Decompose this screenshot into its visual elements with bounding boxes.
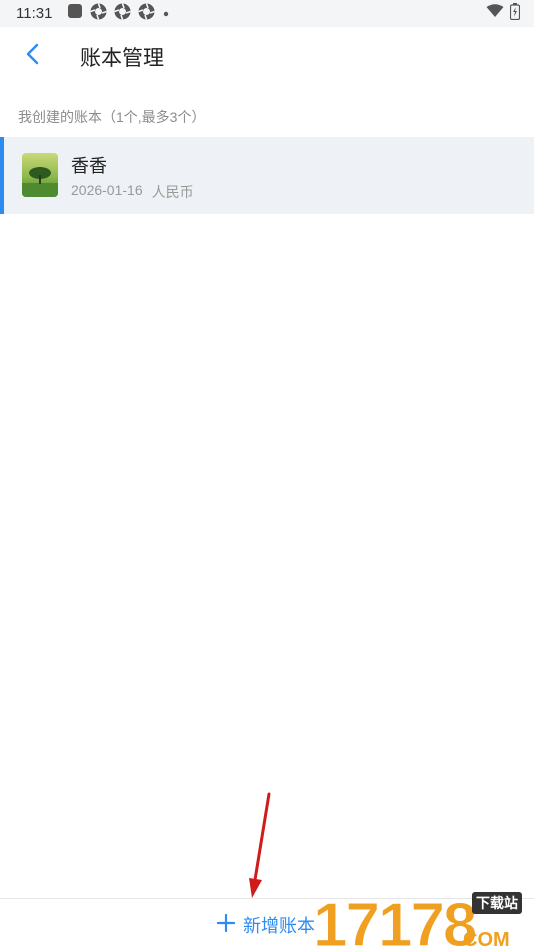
- ledger-item[interactable]: 香香 2026-01-16 人民币: [0, 137, 534, 214]
- selected-indicator: [0, 137, 4, 214]
- status-time: 11:31: [16, 5, 53, 22]
- aperture-notification-icon: [138, 2, 155, 25]
- ledger-meta: 2026-01-16 人民币: [71, 182, 194, 202]
- more-notifications-dot-icon: [162, 5, 170, 23]
- aperture-notification-icon: [114, 2, 131, 25]
- ledger-name: 香香: [71, 156, 107, 176]
- tree-photo-icon: [22, 153, 58, 197]
- add-ledger-label: 新增账本: [243, 916, 315, 936]
- section-label: 我创建的账本（1个,最多3个）: [18, 109, 206, 125]
- page-title: 账本管理: [80, 47, 164, 70]
- notification-icons: [67, 2, 170, 25]
- app-notification-icon: [67, 3, 83, 24]
- watermark-badge: 下载站: [472, 892, 522, 914]
- ledger-currency: 人民币: [151, 184, 194, 200]
- app-header: 账本管理: [0, 27, 534, 84]
- watermark-suffix: COM: [463, 929, 510, 950]
- chevron-left-icon: [25, 43, 39, 70]
- status-bar: 11:31: [0, 0, 534, 27]
- add-ledger-button[interactable]: 新增账本: [216, 912, 315, 938]
- back-button[interactable]: [14, 39, 50, 73]
- watermark-text: 17178: [313, 891, 476, 950]
- battery-charging-icon: [509, 2, 521, 25]
- aperture-notification-icon: [90, 2, 107, 25]
- system-icons: [486, 2, 521, 25]
- wifi-icon: [486, 4, 504, 23]
- plus-icon: [216, 913, 236, 937]
- annotation-arrow: [249, 792, 271, 898]
- ledger-date: 2026-01-16: [71, 182, 143, 198]
